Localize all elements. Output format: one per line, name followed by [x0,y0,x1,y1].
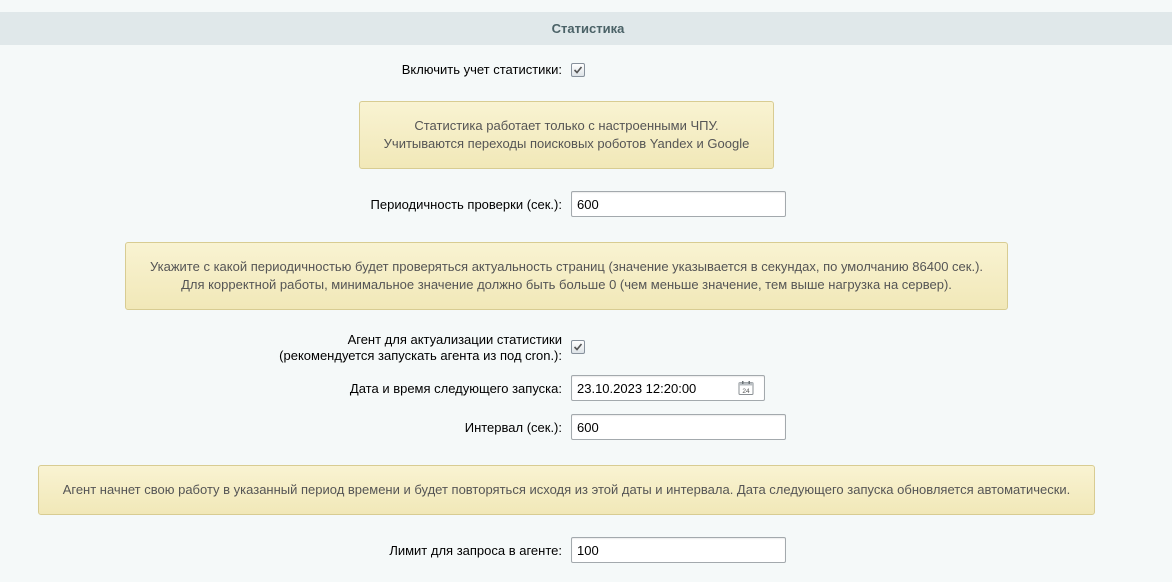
notice-line: Агент начнет свою работу в указанный пер… [62,482,1071,497]
section-header: Статистика [0,12,1172,45]
enable-stats-label: Включить учет статистики: [401,62,562,77]
checkmark-icon [573,343,583,351]
check-period-label: Периодичность проверки (сек.): [370,197,562,212]
next-run-input[interactable] [571,375,765,401]
check-period-input[interactable] [571,191,786,217]
notice-line: Учитываются переходы поисковых роботов Y… [383,136,750,151]
check-period-notice: Укажите с какой периодичностью будет про… [125,242,1008,310]
agent-label-line: Агент для актуализации статистики [347,332,562,347]
agent-checkbox[interactable] [571,340,585,354]
agent-limit-input[interactable] [571,537,786,563]
calendar-day: 24 [742,388,750,395]
calendar-icon[interactable]: 24 [738,380,754,396]
interval-input[interactable] [571,414,786,440]
notice-line: Укажите с какой периодичностью будет про… [149,259,984,274]
next-run-label: Дата и время следующего запуска: [349,381,562,396]
agent-notice: Агент начнет свою работу в указанный пер… [38,465,1095,515]
notice-line: Для корректной работы, минимальное значе… [181,277,952,292]
section-title: Статистика [551,21,625,36]
agent-limit-label: Лимит для запроса в агенте: [389,543,562,558]
agent-label-note: (рекомендуется запускать агента из под c… [279,348,562,363]
agent-label: Агент для актуализации статистики (реком… [279,332,562,364]
seo-urls-notice: Статистика работает только с настроенным… [359,101,774,169]
enable-stats-checkbox[interactable] [571,63,585,77]
notice-line: Статистика работает только с настроенным… [414,118,719,133]
checkmark-icon [573,66,583,74]
interval-label: Интервал (сек.): [464,420,562,435]
